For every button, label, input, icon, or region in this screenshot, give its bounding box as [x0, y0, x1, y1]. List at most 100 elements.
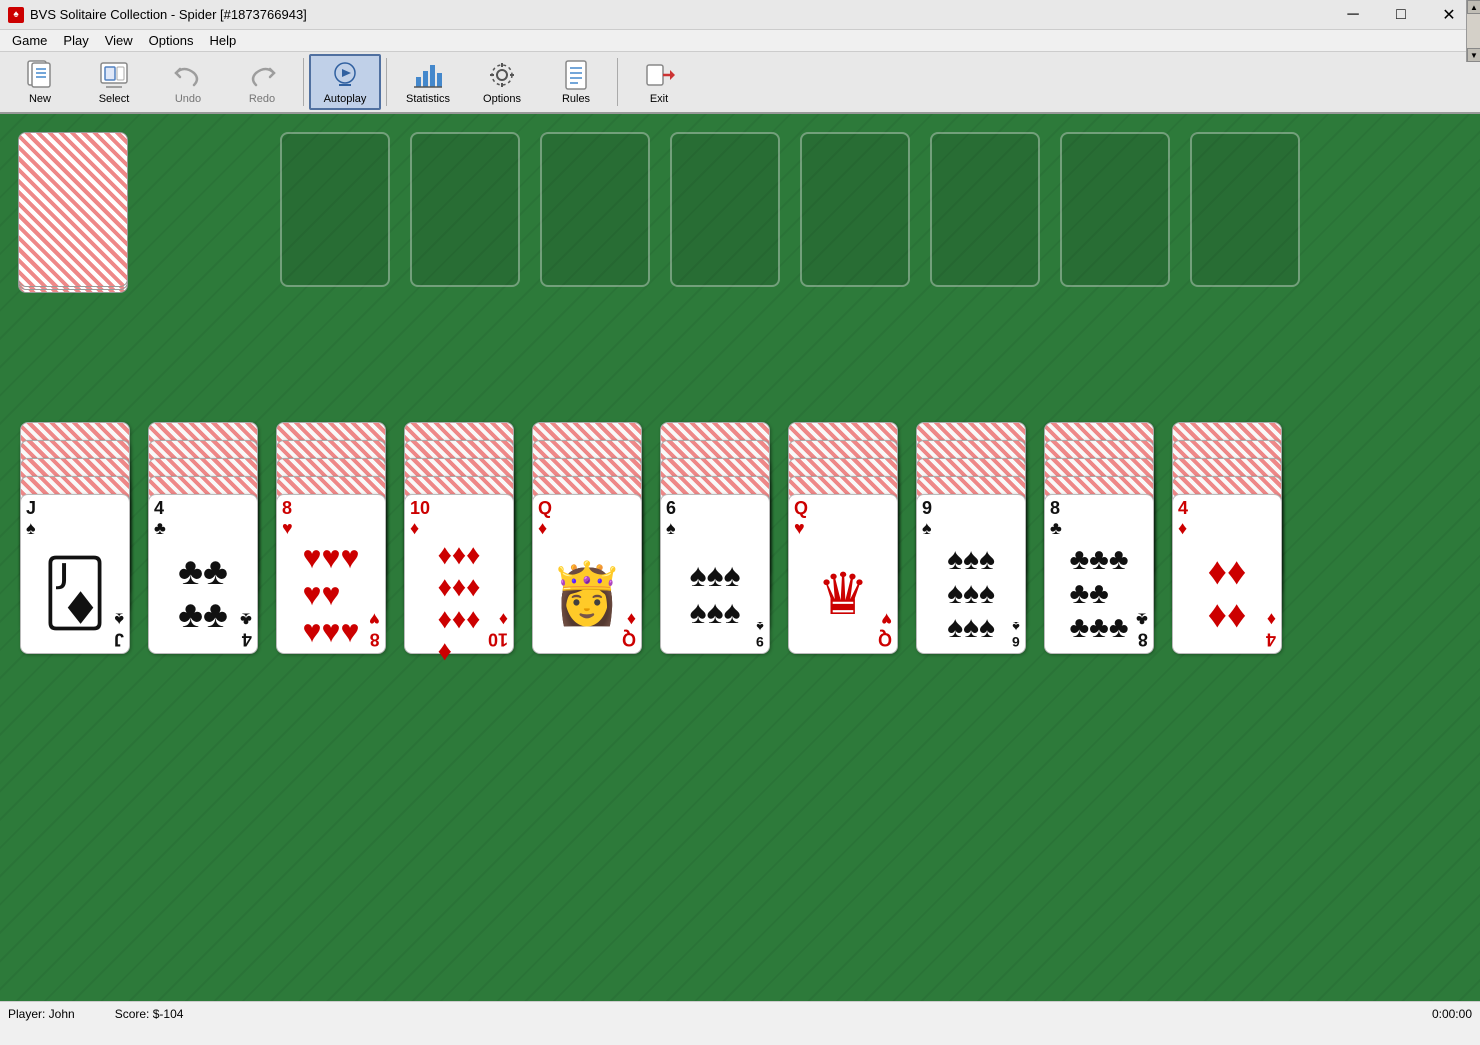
- card-10-diamonds[interactable]: 10♦ ♦♦♦♦♦♦♦♦♦♦ 10♦: [404, 494, 514, 654]
- undo-label: Undo: [175, 93, 201, 105]
- menubar: Game Play View Options Help: [0, 30, 1480, 52]
- menu-view[interactable]: View: [97, 31, 141, 50]
- foundation-7: [1190, 132, 1300, 287]
- options-icon: [486, 59, 518, 91]
- foundation-4: [800, 132, 910, 287]
- card-6-spades[interactable]: 6♠ ♠♠♠♠♠♠ 9♠: [660, 494, 770, 654]
- card-8-hearts[interactable]: 8♥ ♥♥♥♥♥♥♥♥ 8♥: [276, 494, 386, 654]
- column-4[interactable]: Q♦ 👸 Q♦: [532, 422, 642, 582]
- autoplay-icon: [329, 59, 361, 91]
- card-Q-hearts[interactable]: Q♥ ♛ Q♥: [788, 494, 898, 654]
- menu-help[interactable]: Help: [201, 31, 244, 50]
- card-rank-bottom: 10♦: [488, 609, 508, 649]
- foundation-2: [540, 132, 650, 287]
- autoplay-button[interactable]: Autoplay: [309, 54, 381, 110]
- redo-button[interactable]: Redo: [226, 54, 298, 110]
- toolbar-sep-2: [386, 58, 387, 106]
- maximize-button[interactable]: □: [1378, 0, 1424, 30]
- card-rank-bottom: Q♥: [878, 609, 892, 649]
- column-2[interactable]: 8♥ ♥♥♥♥♥♥♥♥ 8♥: [276, 422, 386, 582]
- column-0[interactable]: J♠ 🃋 J♠: [20, 422, 130, 582]
- select-button[interactable]: Select: [78, 54, 150, 110]
- exit-icon: [643, 59, 675, 91]
- exit-label: Exit: [650, 93, 668, 105]
- card-center: ♠♠♠♠♠♠♠♠♠: [922, 539, 1020, 649]
- card-rank-top: 6♠: [666, 499, 764, 539]
- card-rank-top: Q♥: [794, 499, 892, 539]
- autoplay-label: Autoplay: [324, 93, 367, 105]
- undo-icon: [172, 59, 204, 91]
- foundation-1: [410, 132, 520, 287]
- new-label: New: [29, 93, 51, 105]
- card-4-diamonds[interactable]: 4♦ ♦♦♦♦ 4♦: [1172, 494, 1282, 654]
- card-rank-top: 4♦: [1178, 499, 1276, 539]
- rules-button[interactable]: Rules: [540, 54, 612, 110]
- menu-play[interactable]: Play: [55, 31, 96, 50]
- card-9-spades[interactable]: 9♠ ♠♠♠♠♠♠♠♠♠ 6♠: [916, 494, 1026, 654]
- redo-icon: [246, 59, 278, 91]
- card-center: ♣♣♣♣♣♣♣♣: [1050, 539, 1148, 649]
- card-face-image: 🃋: [26, 539, 124, 649]
- statistics-icon: [412, 59, 444, 91]
- statistics-button[interactable]: Statistics: [392, 54, 464, 110]
- column-9[interactable]: 4♦ ♦♦♦♦ 4♦: [1172, 422, 1282, 582]
- card-rank-top: 9♠: [922, 499, 1020, 539]
- statusbar: Player: John Score: $-104 0:00:00: [0, 1001, 1480, 1025]
- card-rank-top: 4♣: [154, 499, 252, 539]
- column-7[interactable]: 9♠ ♠♠♠♠♠♠♠♠♠ 6♠: [916, 422, 1026, 582]
- window-title: BVS Solitaire Collection - Spider [#1873…: [30, 7, 307, 22]
- options-label: Options: [483, 93, 521, 105]
- card-center: ♠♠♠♠♠♠: [666, 539, 764, 649]
- rules-icon: [560, 59, 592, 91]
- card-center: ♦♦♦♦: [1178, 539, 1276, 649]
- card-center: ♥♥♥♥♥♥♥♥: [282, 539, 380, 650]
- column-8[interactable]: 8♣ ♣♣♣♣♣♣♣♣ 8♣: [1044, 422, 1154, 582]
- menu-game[interactable]: Game: [4, 31, 55, 50]
- card-rank-top: 8♥: [282, 499, 380, 539]
- card-rank-bottom: Q♦: [622, 609, 636, 649]
- card-rank-bottom: 8♥: [369, 609, 380, 649]
- foundation-3: [670, 132, 780, 287]
- column-6[interactable]: Q♥ ♛ Q♥: [788, 422, 898, 582]
- card-J-spades[interactable]: J♠ 🃋 J♠: [20, 494, 130, 654]
- column-5[interactable]: 6♠ ♠♠♠♠♠♠ 9♠: [660, 422, 770, 582]
- card-rank-top: 10♦: [410, 499, 508, 539]
- column-1[interactable]: 4♣ ♣♣♣♣ 4♣: [148, 422, 258, 582]
- app-icon: ♠: [8, 7, 24, 23]
- time-label: 0:00:00: [1432, 1007, 1472, 1021]
- card-8-clubs[interactable]: 8♣ ♣♣♣♣♣♣♣♣ 8♣: [1044, 494, 1154, 654]
- card-center: ♣♣♣♣: [154, 539, 252, 649]
- undo-button[interactable]: Undo: [152, 54, 224, 110]
- new-icon: [24, 59, 56, 91]
- menu-options[interactable]: Options: [141, 31, 202, 50]
- new-button[interactable]: New: [4, 54, 76, 110]
- card-rank-bottom: 4♣: [240, 609, 252, 649]
- card-rank-bottom: 9♠: [756, 618, 764, 649]
- game-area[interactable]: J♠ 🃋 J♠ 4♣ ♣♣♣♣ 4♣ 8♥ ♥♥♥♥♥♥♥♥ 8♥: [0, 114, 1480, 1001]
- redo-label: Redo: [249, 93, 275, 105]
- titlebar-left: ♠ BVS Solitaire Collection - Spider [#18…: [8, 7, 307, 23]
- card-rank-bottom: 6♠: [1012, 618, 1020, 649]
- player-label: Player: John: [8, 1007, 75, 1021]
- foundation-0: [280, 132, 390, 287]
- exit-button[interactable]: Exit: [623, 54, 695, 110]
- statistics-label: Statistics: [406, 93, 450, 105]
- toolbar-sep-1: [303, 58, 304, 106]
- toolbar-sep-3: [617, 58, 618, 106]
- minimize-button[interactable]: ─: [1330, 0, 1376, 30]
- column-3[interactable]: 10♦ ♦♦♦♦♦♦♦♦♦♦ 10♦: [404, 422, 514, 582]
- card-rank-top: Q♦: [538, 499, 636, 539]
- card-rank-bottom: 8♣: [1136, 609, 1148, 649]
- toolbar-scrollbar[interactable]: ▲ ▼: [1466, 0, 1480, 62]
- stock-pile[interactable]: [18, 132, 128, 287]
- card-4-clubs[interactable]: 4♣ ♣♣♣♣ 4♣: [148, 494, 258, 654]
- titlebar-controls: ─ □ ✕: [1330, 0, 1472, 30]
- foundation-5: [930, 132, 1040, 287]
- card-rank-top: J♠: [26, 499, 124, 539]
- options-button[interactable]: Options: [466, 54, 538, 110]
- select-label: Select: [99, 93, 130, 105]
- select-icon: [98, 59, 130, 91]
- card-Q-diamonds[interactable]: Q♦ 👸 Q♦: [532, 494, 642, 654]
- card-rank-top: 8♣: [1050, 499, 1148, 539]
- rules-label: Rules: [562, 93, 590, 105]
